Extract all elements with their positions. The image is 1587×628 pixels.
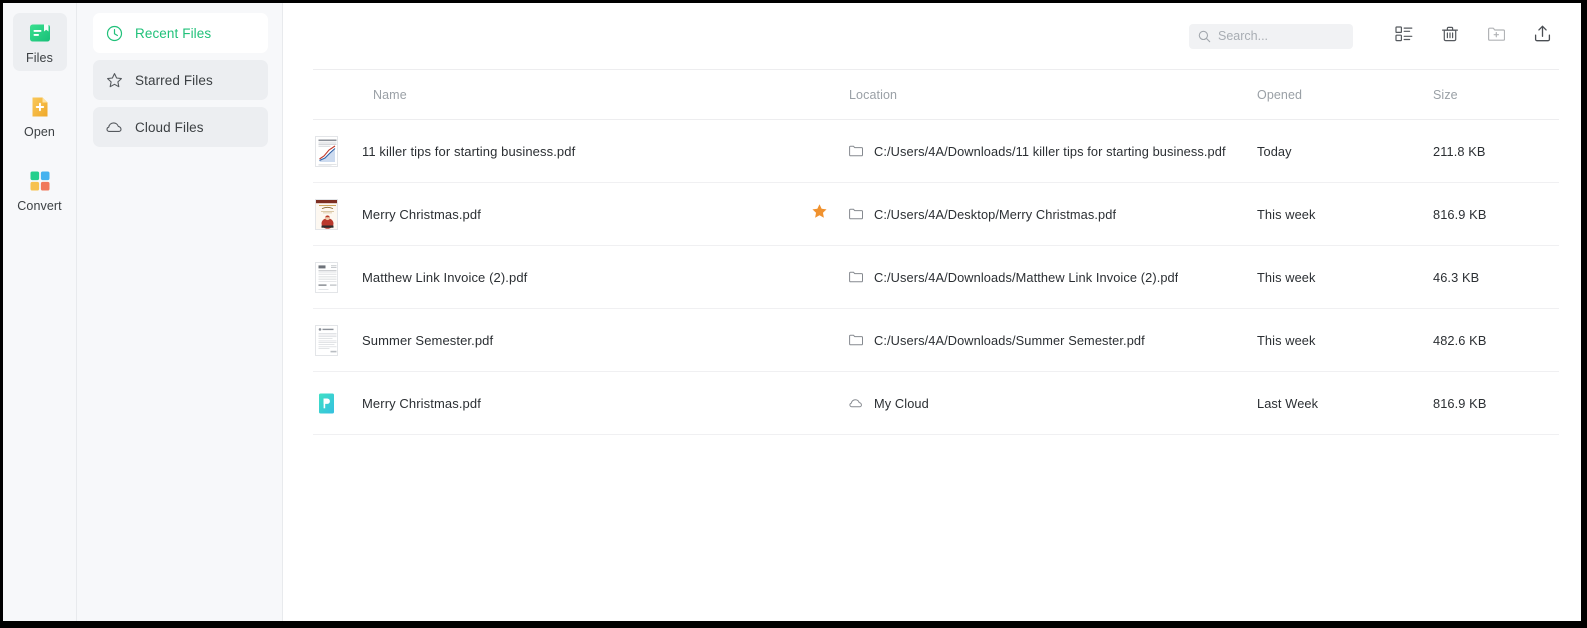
files-icon [27, 20, 53, 46]
file-name-cell: Merry Christmas.pdf [313, 198, 803, 230]
column-header-size[interactable]: Size [1433, 88, 1559, 102]
folder-icon [849, 271, 863, 283]
file-location: C:/Users/4A/Downloads/Matthew Link Invoi… [874, 269, 1179, 285]
file-thumbnail-cloud-file [315, 388, 338, 419]
file-size: 46.3 KB [1433, 269, 1480, 285]
file-size: 482.6 KB [1433, 332, 1487, 348]
file-name: Merry Christmas.pdf [362, 206, 481, 222]
upload-icon [1533, 24, 1552, 48]
table-header-row: Name Location Opened Size [313, 70, 1559, 120]
new-folder-icon [1487, 25, 1506, 48]
star-icon [106, 72, 123, 89]
table-row[interactable]: Matthew Link Invoice (2).pdf C:/Users/4A… [313, 246, 1559, 309]
search-input[interactable] [1218, 29, 1344, 43]
clock-icon [106, 25, 123, 42]
file-thumbnail-christmas-doc [315, 198, 338, 230]
file-location: My Cloud [874, 395, 929, 411]
delete-button[interactable] [1433, 21, 1467, 51]
folder-icon [849, 208, 863, 220]
sidebar-item-cloud-files[interactable]: Cloud Files [93, 107, 268, 147]
table-row[interactable]: Merry Christmas.pdf C:/Users/4A/Desktop/… [313, 183, 1559, 246]
file-location-cell: C:/Users/4A/Downloads/Matthew Link Invoi… [835, 270, 1257, 285]
folder-icon [849, 145, 863, 157]
upload-button[interactable] [1525, 21, 1559, 51]
cloud-icon [106, 119, 123, 136]
rail-item-label: Open [24, 124, 55, 139]
file-location-cell: C:/Users/4A/Downloads/11 killer tips for… [835, 144, 1257, 159]
star-filled-icon [811, 203, 828, 225]
file-thumbnail-text-doc [315, 324, 338, 356]
folder-icon [849, 334, 863, 346]
rail-item-label: Convert [17, 198, 62, 213]
toolbar [283, 3, 1581, 69]
sidebar-item-label: Cloud Files [135, 119, 204, 135]
star-toggle[interactable] [803, 203, 835, 225]
file-size: 211.8 KB [1433, 143, 1486, 159]
file-name: Merry Christmas.pdf [362, 395, 481, 411]
left-rail: Files Open Convert [3, 3, 77, 621]
view-list-button[interactable] [1387, 21, 1421, 51]
sidebar-item-label: Recent Files [135, 25, 212, 41]
file-name: Matthew Link Invoice (2).pdf [362, 269, 528, 285]
file-name: Summer Semester.pdf [362, 332, 494, 348]
rail-item-convert[interactable]: Convert [13, 161, 67, 219]
sidebar-item-starred-files[interactable]: Starred Files [93, 60, 268, 100]
rail-item-files[interactable]: Files [12, 13, 67, 71]
file-name-cell: Matthew Link Invoice (2).pdf [313, 261, 803, 293]
view-list-icon [1395, 25, 1413, 48]
new-folder-button[interactable] [1479, 21, 1513, 51]
cloud-icon [849, 397, 863, 409]
file-thumbnail-invoice-doc [315, 261, 338, 293]
convert-icon [27, 168, 53, 194]
main-content: Name Location Opened Size [283, 3, 1581, 621]
file-opened: This week [1257, 269, 1316, 285]
search-icon [1198, 30, 1211, 43]
file-location: C:/Users/4A/Downloads/11 killer tips for… [874, 143, 1226, 159]
search-box[interactable] [1189, 23, 1353, 49]
sidebar-item-recent-files[interactable]: Recent Files [93, 13, 268, 53]
file-name-cell: Summer Semester.pdf [313, 324, 803, 356]
file-location: C:/Users/4A/Downloads/Summer Semester.pd… [874, 332, 1145, 348]
trash-icon [1441, 25, 1459, 48]
file-location: C:/Users/4A/Desktop/Merry Christmas.pdf [874, 206, 1117, 222]
nav-panel: Recent Files Starred Files Cloud Files [77, 3, 283, 621]
sidebar-item-label: Starred Files [135, 72, 213, 88]
file-location-cell: C:/Users/4A/Downloads/Summer Semester.pd… [835, 333, 1257, 348]
open-icon [27, 94, 53, 120]
file-size: 816.9 KB [1433, 395, 1487, 411]
file-name-cell: Merry Christmas.pdf [313, 388, 803, 419]
table-row[interactable]: 11 killer tips for starting business.pdf… [313, 120, 1559, 183]
file-name: 11 killer tips for starting business.pdf [362, 143, 576, 159]
file-size: 816.9 KB [1433, 206, 1487, 222]
file-opened: This week [1257, 332, 1316, 348]
file-opened: Today [1257, 143, 1292, 159]
file-opened: This week [1257, 206, 1316, 222]
column-header-location[interactable]: Location [835, 88, 1257, 102]
file-opened: Last Week [1257, 395, 1319, 411]
rail-item-label: Files [26, 50, 53, 65]
table-row[interactable]: Summer Semester.pdf C:/Users/4A/Download… [313, 309, 1559, 372]
table-row[interactable]: Merry Christmas.pdf My Cloud Last Week 8… [313, 372, 1559, 435]
rail-item-open[interactable]: Open [13, 87, 67, 145]
file-location-cell: C:/Users/4A/Desktop/Merry Christmas.pdf [835, 207, 1257, 222]
file-thumbnail-chart-doc [315, 135, 338, 167]
column-header-opened[interactable]: Opened [1257, 88, 1433, 102]
app-window: Files Open Convert Recent Files Starred … [3, 3, 1581, 621]
file-table: Name Location Opened Size 11 killer tips… [283, 69, 1581, 621]
column-header-name[interactable]: Name [313, 88, 803, 102]
file-name-cell: 11 killer tips for starting business.pdf [313, 135, 803, 167]
file-location-cell: My Cloud [835, 396, 1257, 411]
